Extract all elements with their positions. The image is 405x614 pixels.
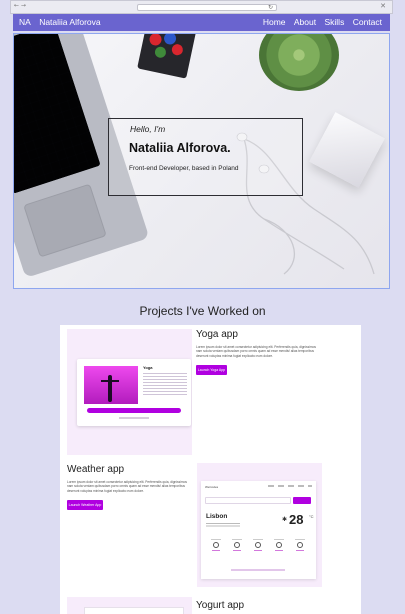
weather-preview-search-button xyxy=(293,497,311,504)
brand[interactable]: NA Nataliia Alforova xyxy=(19,17,101,27)
brand-name[interactable]: Nataliia Alforova xyxy=(39,17,100,27)
hero-greeting: Hello, I'm xyxy=(130,124,166,134)
hero-role: Front-end Developer, based in Poland xyxy=(129,165,239,172)
weather-preview-brand: WeCodes xyxy=(205,485,219,489)
projects-container: Yoga Yoga app Lorem ipsum dolor sit amet… xyxy=(60,325,361,614)
browser-toolbar: ← → ↻ ✕ xyxy=(10,0,393,14)
sun-icon: ✱ xyxy=(282,516,288,523)
yoga-preview-title: Yoga xyxy=(143,365,153,370)
nav-link-skills[interactable]: Skills xyxy=(324,17,344,27)
hero-name: Nataliia Alforova. xyxy=(129,141,231,155)
forecast-day xyxy=(209,539,223,559)
yoga-app-preview: Yoga xyxy=(67,329,192,455)
weather-preview-city: Lisbon xyxy=(206,513,228,520)
nav-link-home[interactable]: Home xyxy=(263,17,286,27)
nav-link-contact[interactable]: Contact xyxy=(353,17,382,27)
forecast-day xyxy=(251,539,265,559)
flower-pot-illustration xyxy=(137,34,197,79)
nav-links: Home About Skills Contact xyxy=(257,17,382,27)
weather-preview-links xyxy=(268,485,312,487)
reload-icon[interactable]: ↻ xyxy=(268,4,273,11)
succulent-illustration xyxy=(259,34,339,91)
laptop-keyboard xyxy=(14,34,101,194)
weather-preview-footer xyxy=(231,569,285,571)
project-title-weather: Weather app xyxy=(67,464,125,475)
project-title-yogurt: Yogurt app xyxy=(196,600,245,611)
weather-preview-temperature: 28 xyxy=(289,512,304,527)
yogurt-preview-card xyxy=(84,607,184,614)
yogurt-app-preview xyxy=(67,597,192,614)
yoga-preview-button xyxy=(87,408,181,413)
yoga-preview-text xyxy=(143,373,187,397)
yoga-preview-photo xyxy=(84,366,138,404)
project-title-yoga: Yoga app xyxy=(196,329,238,340)
weather-preview-card: WeCodes Lisbon ✱ 28 °C xyxy=(201,481,316,579)
weather-preview-details xyxy=(206,523,240,528)
top-navigation: NA Nataliia Alforova Home About Skills C… xyxy=(13,14,390,31)
weather-preview-search xyxy=(205,497,291,504)
brand-initials[interactable]: NA xyxy=(19,17,31,27)
hero-intro-card: Hello, I'm Nataliia Alforova. Front-end … xyxy=(108,118,303,196)
hero-section: Hello, I'm Nataliia Alforova. Front-end … xyxy=(13,33,390,289)
forecast-day xyxy=(272,539,286,559)
project-description-yoga: Lorem ipsum dolor sit amet consectetur a… xyxy=(196,345,316,358)
weather-app-preview: WeCodes Lisbon ✱ 28 °C xyxy=(197,463,322,587)
project-description-weather: Lorem ipsum dolor sit amet consectetur a… xyxy=(67,480,187,493)
browser-nav-arrows-icon[interactable]: ← → xyxy=(14,2,26,9)
launch-weather-app-button[interactable]: Launch Weather App xyxy=(67,500,103,510)
weather-preview-unit: °C xyxy=(309,514,314,519)
nav-link-about[interactable]: About xyxy=(294,17,316,27)
launch-yoga-app-button[interactable]: Launch Yoga App xyxy=(196,365,227,375)
yoga-preview-footer xyxy=(119,417,149,419)
url-field[interactable]: ↻ xyxy=(137,4,277,11)
projects-section-title: Projects I've Worked on xyxy=(139,304,266,318)
yoga-preview-card: Yoga xyxy=(77,359,191,426)
forecast-day xyxy=(230,539,244,559)
laptop-trackpad xyxy=(23,183,107,258)
close-icon[interactable]: ✕ xyxy=(380,2,386,10)
forecast-day xyxy=(293,539,307,559)
